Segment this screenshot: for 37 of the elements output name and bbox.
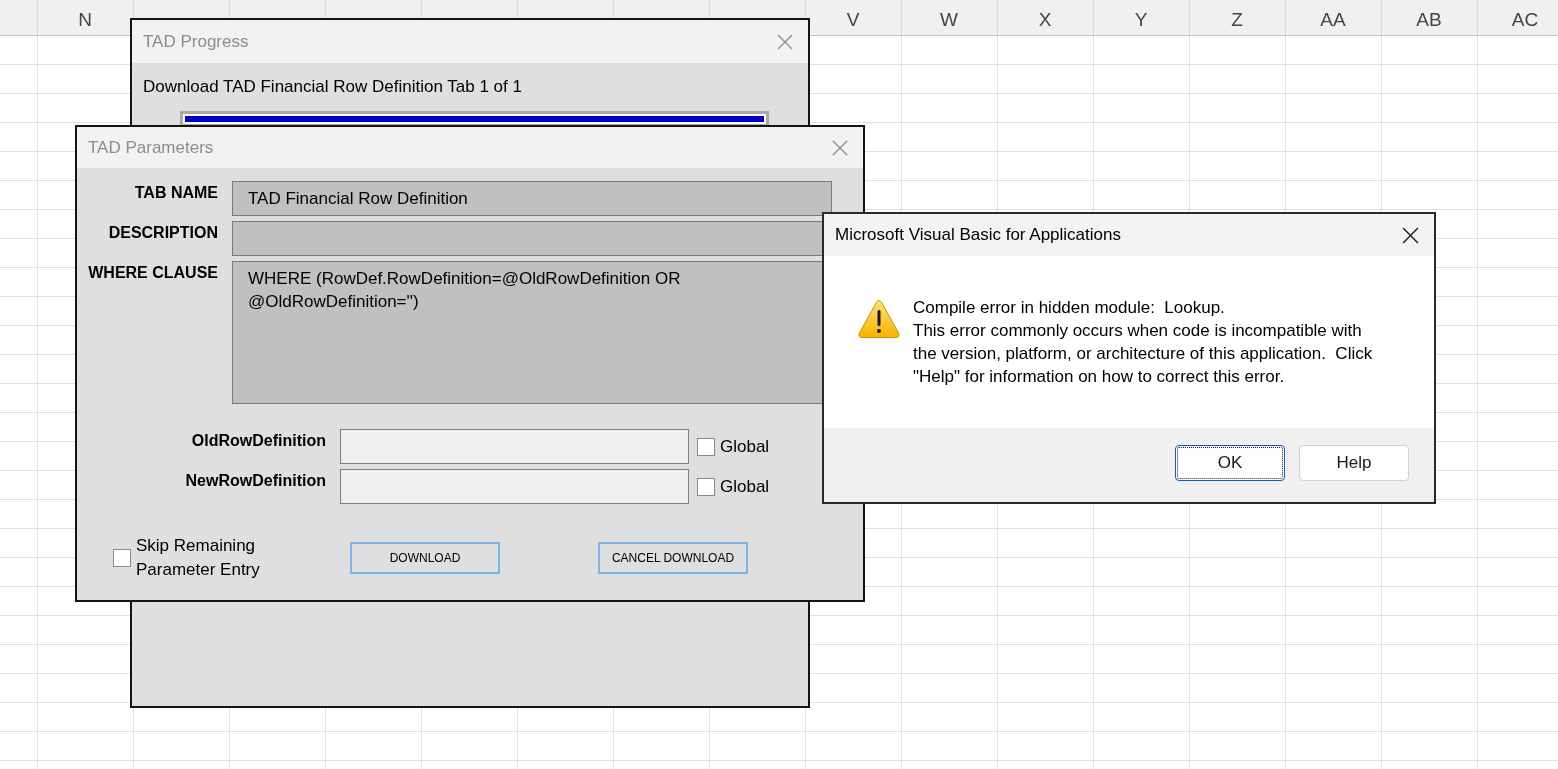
checkbox[interactable] (113, 549, 131, 567)
download-button[interactable]: DOWNLOAD (350, 542, 500, 574)
progress-message: Download TAD Financial Row Definition Tab 1 of 1 (143, 77, 522, 97)
cancel-download-button[interactable]: CANCEL DOWNLOAD (598, 542, 748, 574)
checkbox[interactable] (697, 437, 715, 456)
help-button[interactable]: Help (1299, 445, 1409, 481)
warning-icon (858, 299, 900, 339)
field-label: NewRowDefinition (185, 471, 326, 491)
error-explanation: This error commonly occurs when code is incompatible with the version, platform, or architecture of this application. Click "Help" for information on how to correct this error. (913, 320, 1374, 388)
close-icon (832, 139, 848, 156)
window-title: Microsoft Visual Basic for Applications (835, 225, 1121, 245)
field-label: TAB NAME (134, 183, 218, 203)
checkbox-label[interactable]: Global (720, 436, 770, 457)
close-icon (1402, 226, 1419, 244)
checkbox-label[interactable]: Skip Remaining Parameter Entry (136, 534, 272, 582)
field-label: OldRowDefinition (191, 431, 326, 451)
column-header[interactable]: X (997, 0, 1093, 35)
text-field[interactable]: TAD Financial Row Definition (232, 181, 832, 216)
column-header[interactable]: AA (1285, 0, 1381, 35)
column-header[interactable]: Z (1189, 0, 1285, 35)
column-header[interactable]: W (901, 0, 997, 35)
ok-button[interactable]: OK (1175, 445, 1285, 481)
field-label: DESCRIPTION (108, 223, 218, 243)
column-header[interactable]: AC (1477, 0, 1558, 35)
window-title: TAD Progress (143, 31, 249, 52)
input-field[interactable] (340, 469, 689, 504)
close-icon (777, 33, 793, 50)
error-summary: Compile error in hidden module: Lookup. (913, 297, 1225, 319)
field-label: WHERE CLAUSE (88, 263, 218, 283)
column-header[interactable]: N (37, 0, 133, 35)
window-title: TAD Parameters (88, 137, 214, 158)
column-header[interactable]: Y (1093, 0, 1189, 35)
checkbox-label[interactable]: Global (720, 476, 770, 497)
checkbox[interactable] (697, 477, 715, 496)
input-field[interactable] (340, 429, 689, 464)
close-button[interactable] (1402, 226, 1419, 244)
column-header[interactable]: AB (1381, 0, 1477, 35)
